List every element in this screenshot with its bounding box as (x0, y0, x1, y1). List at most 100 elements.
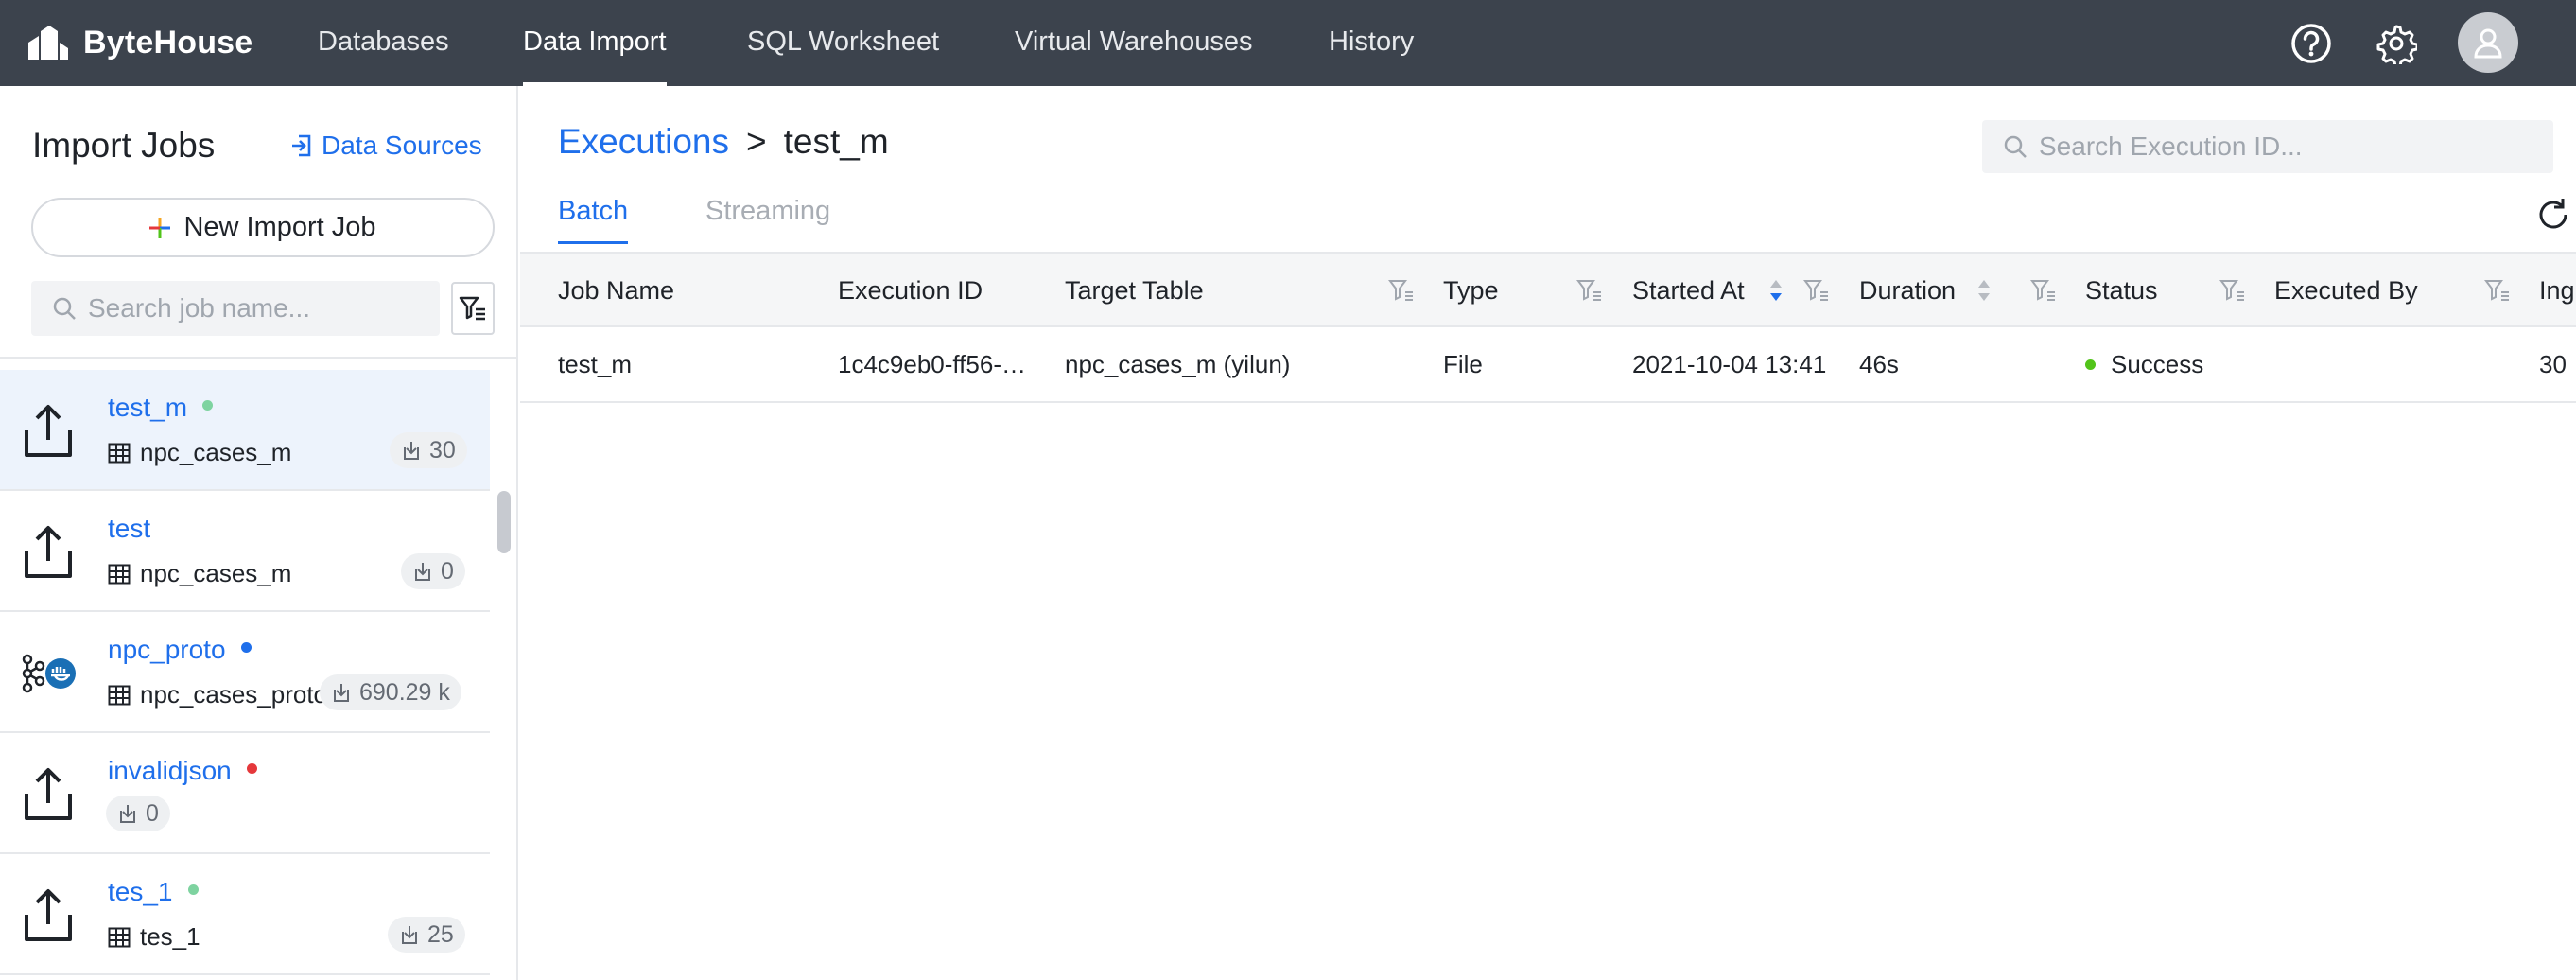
nav-data-import[interactable]: Data Import (523, 0, 667, 86)
job-search-input[interactable] (88, 293, 428, 324)
job-status-dot (187, 884, 199, 896)
job-target-table: npc_cases_proto (108, 680, 327, 709)
cell-ingested: 30 (2539, 350, 2567, 378)
app-logo[interactable]: ByteHouse (26, 21, 252, 64)
search-icon (2004, 135, 2027, 158)
breadcrumb: Executions > test_m (558, 122, 889, 162)
filter-icon[interactable] (1388, 277, 1415, 304)
job-target-table: tes_1 (108, 922, 200, 952)
executions-table-header: Job Name Execution ID Target Table Type … (520, 252, 2576, 327)
import-count-icon (120, 805, 135, 823)
table-icon (108, 927, 131, 947)
upload-icon (25, 405, 72, 457)
job-name: tes_1 (108, 877, 199, 907)
import-count-icon (402, 926, 417, 944)
job-import-count: 690.29 k (320, 674, 461, 710)
nav-virtual-warehouses[interactable]: Virtual Warehouses (1015, 0, 1252, 86)
column-header-executed-by: Executed By (2274, 276, 2418, 305)
tab-streaming[interactable]: Streaming (705, 196, 830, 243)
table-icon (108, 685, 131, 705)
import-count-icon (415, 563, 430, 581)
upload-icon (25, 526, 72, 578)
search-icon (53, 297, 76, 320)
job-item-test[interactable]: test npc_cases_m 0 (0, 491, 490, 612)
job-name: test_m (108, 393, 214, 423)
cell-execution-id[interactable]: 1c4c9eb0-ff56-… (838, 327, 1026, 401)
kafka-icon (22, 654, 76, 693)
execution-search-box (1982, 120, 2553, 173)
status-label: Success (2111, 350, 2204, 378)
refresh-icon[interactable] (2534, 196, 2572, 234)
import-count-icon (334, 684, 349, 702)
job-status-dot (246, 763, 257, 775)
job-item-invalidjson[interactable]: invalidjson 0 (0, 733, 490, 854)
job-import-count: 0 (401, 553, 465, 589)
sidebar-scrollbar[interactable] (497, 491, 511, 553)
job-item-test-m[interactable]: test_m npc_cases_m 30 (0, 370, 490, 491)
breadcrumb-executions-link[interactable]: Executions (558, 122, 729, 162)
app-name: ByteHouse (83, 24, 253, 61)
column-header-duration[interactable]: Duration (1859, 254, 1956, 327)
job-item-tes-1[interactable]: tes_1 tes_1 25 (0, 854, 490, 975)
filter-icon[interactable] (1576, 277, 1603, 304)
cell-target-table: npc_cases_m (yilun) (1065, 350, 1291, 378)
data-sources-label: Data Sources (322, 131, 482, 160)
cell-type: File (1443, 350, 1483, 378)
job-status-dot (202, 400, 214, 411)
bytehouse-logo-icon (28, 26, 68, 60)
new-import-job-label: New Import Job (183, 212, 376, 242)
executions-panel: Executions > test_m Batch Streaming Job … (520, 86, 2576, 980)
column-header-execution-id: Execution ID (838, 276, 983, 305)
breadcrumb-current: test_m (783, 122, 889, 161)
filter-icon[interactable] (2219, 277, 2246, 304)
avatar[interactable] (2458, 12, 2518, 73)
filter-icon[interactable] (2484, 277, 2511, 304)
help-circle-icon[interactable] (2290, 23, 2332, 64)
cell-status: Success (2085, 327, 2203, 401)
column-header-status: Status (2085, 276, 2158, 305)
top-navigation-bar: ByteHouse Databases Data Import SQL Work… (0, 0, 2576, 86)
sort-icon[interactable] (1976, 274, 1992, 306)
cell-duration: 46s (1859, 350, 1899, 378)
import-count-icon (404, 442, 419, 460)
import-arrow-icon (292, 134, 311, 157)
sort-desc-icon[interactable] (1768, 274, 1784, 306)
sidebar-divider (0, 357, 516, 359)
upload-icon (25, 768, 72, 820)
cell-started-at: 2021-10-04 13:41 (1632, 350, 1827, 378)
nav-history[interactable]: History (1329, 0, 1414, 86)
job-name: test (108, 514, 151, 543)
import-jobs-sidebar: Import Jobs Data Sources New Import Job (0, 86, 518, 980)
job-name: invalidjson (108, 756, 257, 786)
plus-icon (149, 217, 171, 238)
gear-icon[interactable] (2376, 23, 2417, 64)
job-import-count: 0 (106, 796, 170, 831)
upload-icon (25, 889, 72, 941)
nav-sql-worksheet[interactable]: SQL Worksheet (747, 0, 939, 86)
filter-icon[interactable] (1803, 277, 1830, 304)
table-row[interactable]: test_m 1c4c9eb0-ff56-… npc_cases_m (yilu… (520, 327, 2576, 403)
column-header-started-at[interactable]: Started At (1632, 254, 1745, 327)
column-header-target-table: Target Table (1065, 276, 1204, 305)
tab-batch[interactable]: Batch (558, 196, 629, 244)
job-list: test_m npc_cases_m 30 test npc_cases_m 0… (0, 370, 490, 975)
table-icon (108, 564, 131, 584)
filter-icon[interactable] (2030, 277, 2057, 304)
column-header-type: Type (1443, 276, 1499, 305)
job-status-dot (240, 642, 252, 654)
data-sources-link[interactable]: Data Sources (289, 131, 482, 161)
new-import-job-button[interactable]: New Import Job (31, 198, 495, 257)
job-target-table: npc_cases_m (108, 438, 291, 467)
column-header-job-name: Job Name (558, 276, 675, 305)
cell-job-name: test_m (558, 350, 633, 378)
table-icon (108, 443, 131, 463)
job-filter-button[interactable] (451, 282, 495, 335)
job-search-box (31, 281, 440, 336)
execution-search-input[interactable] (2039, 131, 2531, 162)
column-header-ingested: Ing (2539, 276, 2575, 305)
nav-databases[interactable]: Databases (318, 0, 449, 86)
job-item-npc-proto[interactable]: npc_proto npc_cases_proto 690.29 k (0, 612, 490, 733)
job-import-count: 25 (388, 917, 465, 953)
breadcrumb-separator: > (746, 122, 767, 161)
status-dot (2085, 359, 2096, 370)
